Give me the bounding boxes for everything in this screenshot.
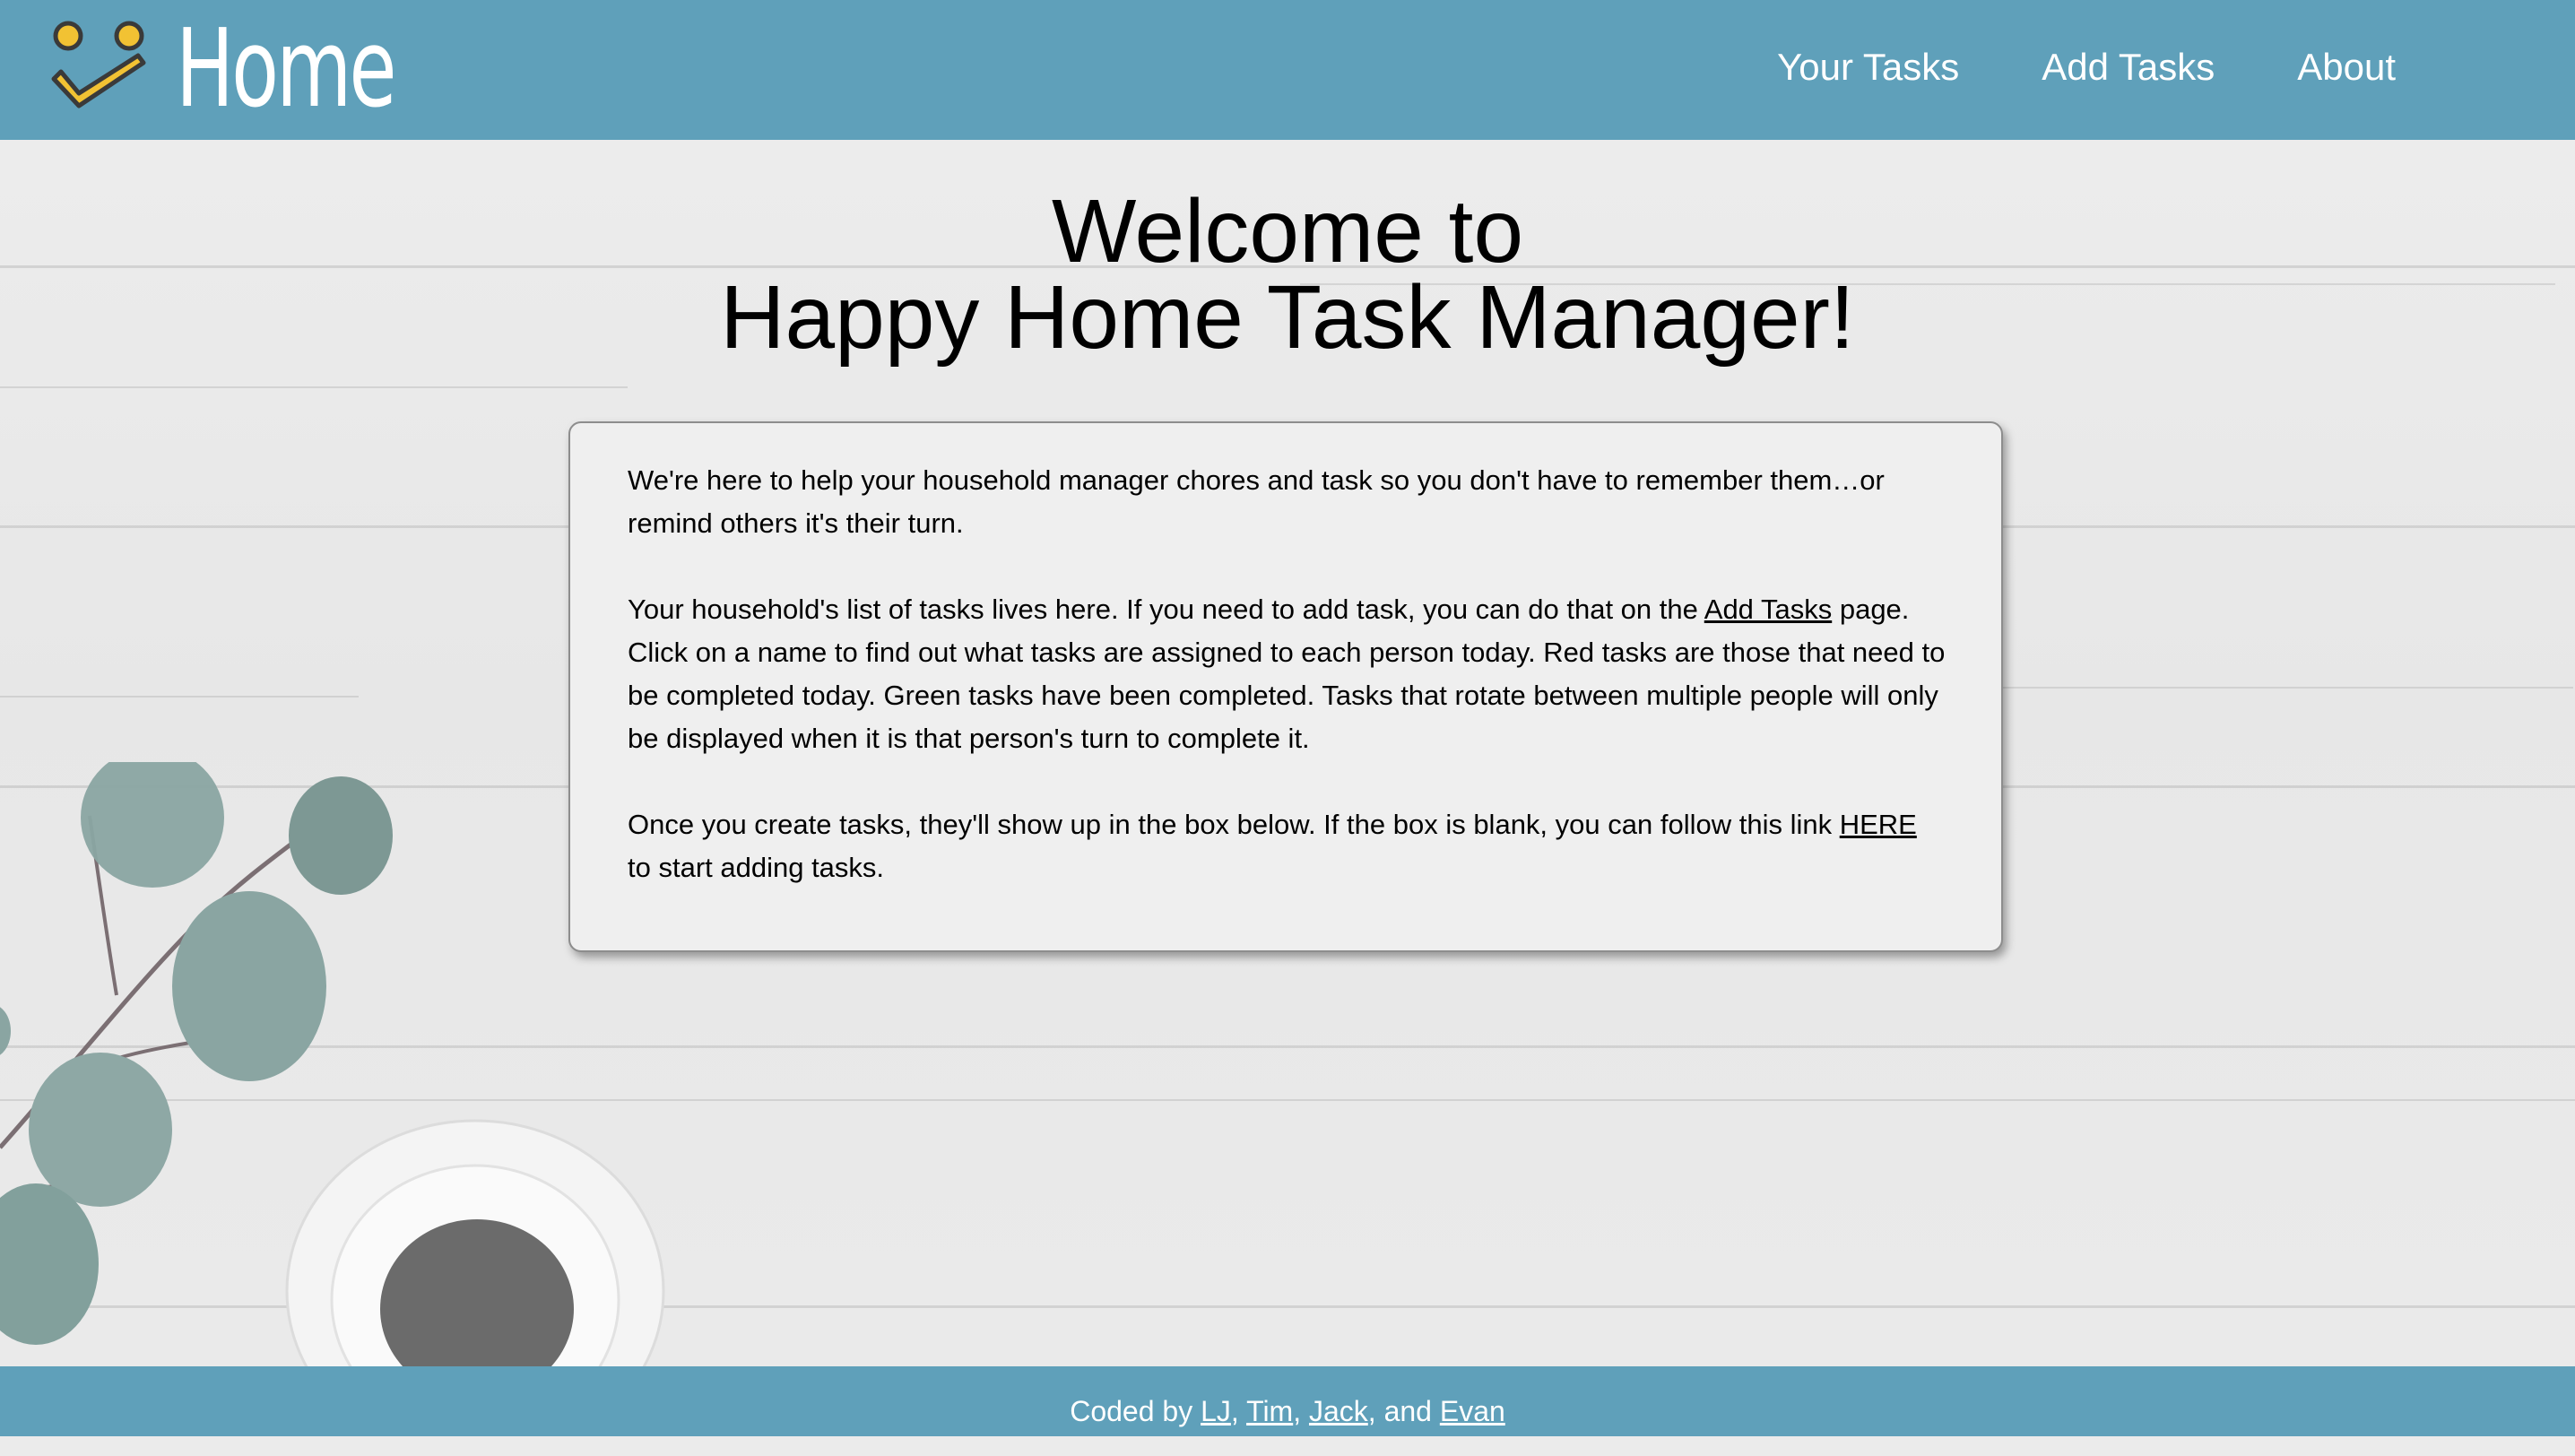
page-title: Welcome to Happy Home Task Manager! [0, 181, 2575, 368]
intro-paragraph-2: Your household's list of tasks lives her… [628, 588, 1946, 760]
author-link-evan[interactable]: Evan [1440, 1395, 1505, 1427]
brand-title[interactable]: Home [176, 7, 397, 133]
intro-text-2a: Your household's list of tasks lives her… [628, 594, 1704, 625]
intro-paragraph-3: Once you create tasks, they'll show up i… [628, 803, 1946, 889]
smiley-check-icon[interactable] [47, 16, 152, 122]
intro-paragraph-1: We're here to help your household manage… [628, 459, 1946, 545]
nav-add-tasks[interactable]: Add Tasks [2042, 46, 2215, 89]
author-link-jack[interactable]: Jack [1309, 1395, 1368, 1427]
title-line-1: Welcome to [1051, 181, 1524, 282]
footer-sep-3: , and [1367, 1395, 1440, 1427]
here-link[interactable]: HERE [1840, 809, 1917, 840]
footer-sep-2: , [1293, 1395, 1309, 1427]
nav-your-tasks[interactable]: Your Tasks [1777, 46, 1959, 89]
main-nav: Your Tasks Add Tasks About [1777, 0, 2396, 134]
top-navbar: Home Your Tasks Add Tasks About [0, 0, 2575, 140]
footer-sep-1: , [1230, 1395, 1247, 1427]
intro-text-3a: Once you create tasks, they'll show up i… [628, 809, 1840, 840]
nav-about[interactable]: About [2297, 46, 2396, 89]
author-link-lj[interactable]: LJ [1201, 1395, 1231, 1427]
intro-text-1: We're here to help your household manage… [628, 464, 1885, 539]
author-link-tim[interactable]: Tim [1246, 1395, 1293, 1427]
title-line-2: Happy Home Task Manager! [720, 267, 1855, 368]
footer: Coded by LJ, Tim, Jack, and Evan [0, 1366, 2575, 1436]
intro-text-3b: to start adding tasks. [628, 852, 885, 883]
footer-prefix: Coded by [1070, 1395, 1201, 1427]
add-tasks-link[interactable]: Add Tasks [1704, 594, 1832, 625]
intro-card: We're here to help your household manage… [568, 421, 2003, 952]
